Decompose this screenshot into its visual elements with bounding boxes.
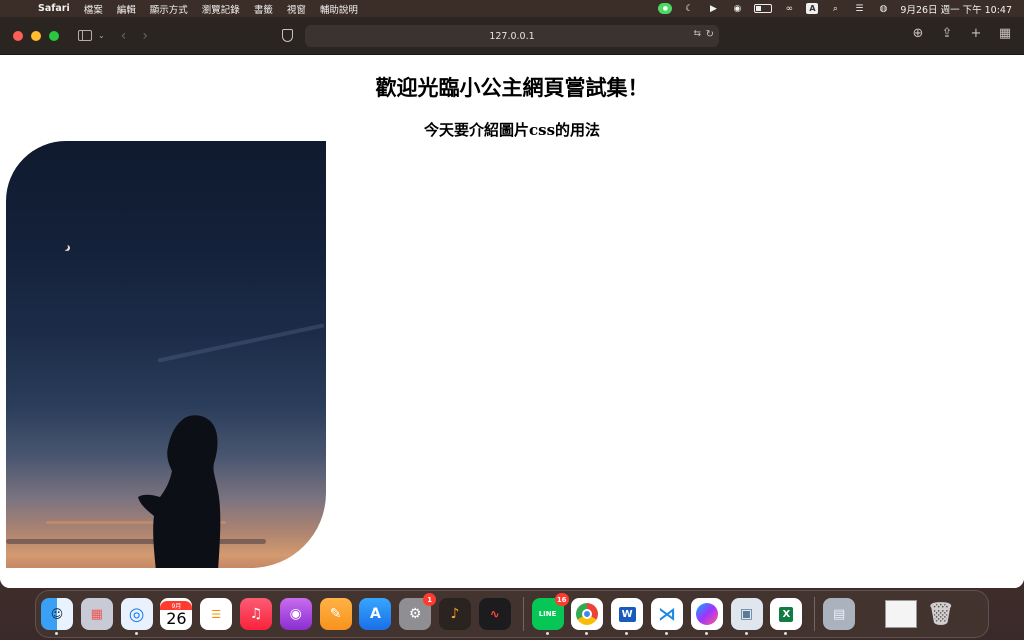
page-title: 歡迎光臨小公主網頁嘗試集！ [375, 75, 649, 100]
line-status-icon[interactable]: ● [658, 3, 673, 14]
web-page: 歡迎光臨小公主網頁嘗試集！ 今天要介紹圖片css的用法 [0, 55, 1024, 588]
calendar-icon[interactable]: 9月 26 [160, 598, 193, 630]
control-center-icon[interactable]: ☰ [852, 3, 866, 15]
trash-icon[interactable]: 🗑︎ [925, 598, 957, 630]
minimize-window-button[interactable] [31, 30, 41, 41]
voice-memos-icon[interactable]: ∿ [478, 598, 511, 630]
chevron-down-icon[interactable]: ⌄ [98, 31, 105, 40]
downloads-icon[interactable]: ⊕ [911, 26, 925, 41]
excel-letter: X [779, 606, 794, 622]
tab-overview-icon[interactable]: ▦ [998, 26, 1012, 41]
moon-shape [62, 244, 68, 250]
running-indicator [664, 632, 668, 635]
forward-arrow-icon[interactable]: › [142, 28, 148, 44]
cloud-streak [157, 323, 325, 363]
url-text: 127.0.0.1 [489, 30, 535, 42]
running-indicator [545, 632, 549, 635]
downloads-folder-icon[interactable]: ▤ [823, 598, 856, 630]
menu-edit[interactable]: 編輯 [117, 2, 136, 16]
vscode-icon[interactable]: ⋊ [650, 598, 683, 635]
word-icon[interactable]: W [611, 598, 644, 635]
chrome-icon[interactable] [571, 598, 604, 635]
menu-file[interactable]: 檔案 [84, 2, 103, 16]
dock-separator [814, 597, 816, 631]
close-window-button[interactable] [13, 30, 23, 41]
calendar-day: 26 [166, 608, 187, 628]
excel-icon[interactable]: X [770, 598, 803, 635]
user-circle-icon[interactable]: ◉ [730, 3, 744, 15]
running-indicator [784, 632, 788, 635]
pages-icon[interactable]: ✎ [319, 598, 352, 630]
running-indicator [134, 632, 138, 635]
sidebar-toggle-icon[interactable] [78, 30, 92, 41]
reminders-icon[interactable]: ☰ [200, 598, 233, 630]
input-source-icon[interactable]: A [806, 3, 819, 14]
browser-toolbar: ⌄ ‹ › 127.0.0.1 ⇆ ↻ ⊕ ⇪ + ▦ [0, 17, 1024, 55]
recent-window-thumbnail[interactable] [884, 598, 917, 630]
zoom-window-button[interactable] [49, 30, 59, 41]
menu-clock[interactable]: 9月26日 週一 下午 10:47 [900, 2, 1012, 16]
sunset-silhouette-image [6, 141, 326, 568]
link-icon[interactable]: ∞ [782, 3, 796, 15]
new-tab-icon[interactable]: + [969, 26, 983, 41]
menu-help[interactable]: 輔助說明 [320, 2, 358, 16]
menu-bar: Safari 檔案 編輯 顯示方式 瀏覽記錄 書籤 視窗 輔助說明 ● ☾ ▶ … [0, 0, 1024, 17]
play-icon[interactable]: ▶ [706, 3, 720, 15]
privacy-shield-icon[interactable] [282, 29, 293, 42]
safari-icon[interactable]: ◎ [120, 598, 153, 635]
siri-icon[interactable]: ◍ [876, 3, 890, 15]
running-indicator [625, 632, 629, 635]
settings-badge: 1 [423, 593, 437, 606]
address-bar[interactable]: 127.0.0.1 ⇆ ↻ [305, 25, 719, 47]
window-controls [13, 30, 59, 41]
toolbar-right-actions: ⊕ ⇪ + ▦ [911, 26, 1012, 41]
translate-icon[interactable]: ⇆ [693, 29, 701, 39]
status-area: ● ☾ ▶ ◉ ∞ A ⌕ ☰ ◍ 9月26日 週一 下午 10:47 [658, 2, 1012, 16]
battery-icon[interactable] [754, 4, 773, 13]
share-icon[interactable]: ⇪ [940, 26, 954, 41]
reload-icon[interactable]: ↻ [706, 29, 714, 40]
podcasts-icon[interactable]: ◉ [279, 598, 312, 630]
running-indicator [744, 632, 748, 635]
search-icon[interactable]: ⌕ [828, 3, 842, 15]
back-arrow-icon[interactable]: ‹ [121, 28, 127, 44]
dock-separator [522, 597, 524, 631]
page-subtitle: 今天要介紹圖片css的用法 [423, 121, 601, 139]
line-app-icon[interactable]: LINE 16 [531, 593, 569, 635]
garageband-icon[interactable]: ♪ [438, 598, 471, 630]
safari-window: ⌄ ‹ › 127.0.0.1 ⇆ ↻ ⊕ ⇪ + ▦ 歡迎光臨小公主網頁嘗試集… [0, 17, 1024, 588]
menu-bookmarks[interactable]: 書籤 [254, 2, 273, 16]
menu-view[interactable]: 顯示方式 [150, 2, 188, 16]
system-settings-icon[interactable]: ⚙ 1 [399, 593, 437, 630]
preview-icon[interactable]: ▣ [730, 598, 763, 635]
launchpad-icon[interactable]: ▦ [80, 598, 113, 630]
app-store-icon[interactable]: A [359, 598, 392, 630]
messenger-icon[interactable] [690, 598, 723, 635]
music-icon[interactable]: ♫ [239, 598, 272, 630]
finder-icon[interactable]: ☺ [41, 598, 73, 635]
moon-icon[interactable]: ☾ [682, 3, 696, 15]
person-silhouette [138, 415, 221, 568]
word-letter: W [618, 606, 636, 622]
line-label: LINE [538, 610, 557, 618]
menu-app-safari[interactable]: Safari [38, 3, 70, 14]
dock: ☺ ▦ ◎ 9月 26 ☰ ♫ ◉ ✎ A ⚙ 1 ♪ ∿ LINE 16 W ⋊ … [35, 590, 989, 638]
menu-window[interactable]: 視窗 [287, 2, 306, 16]
line-badge: 16 [554, 593, 569, 606]
running-indicator [704, 632, 708, 635]
running-indicator [55, 632, 58, 635]
running-indicator [585, 632, 589, 635]
menu-history[interactable]: 瀏覽記錄 [202, 2, 240, 16]
